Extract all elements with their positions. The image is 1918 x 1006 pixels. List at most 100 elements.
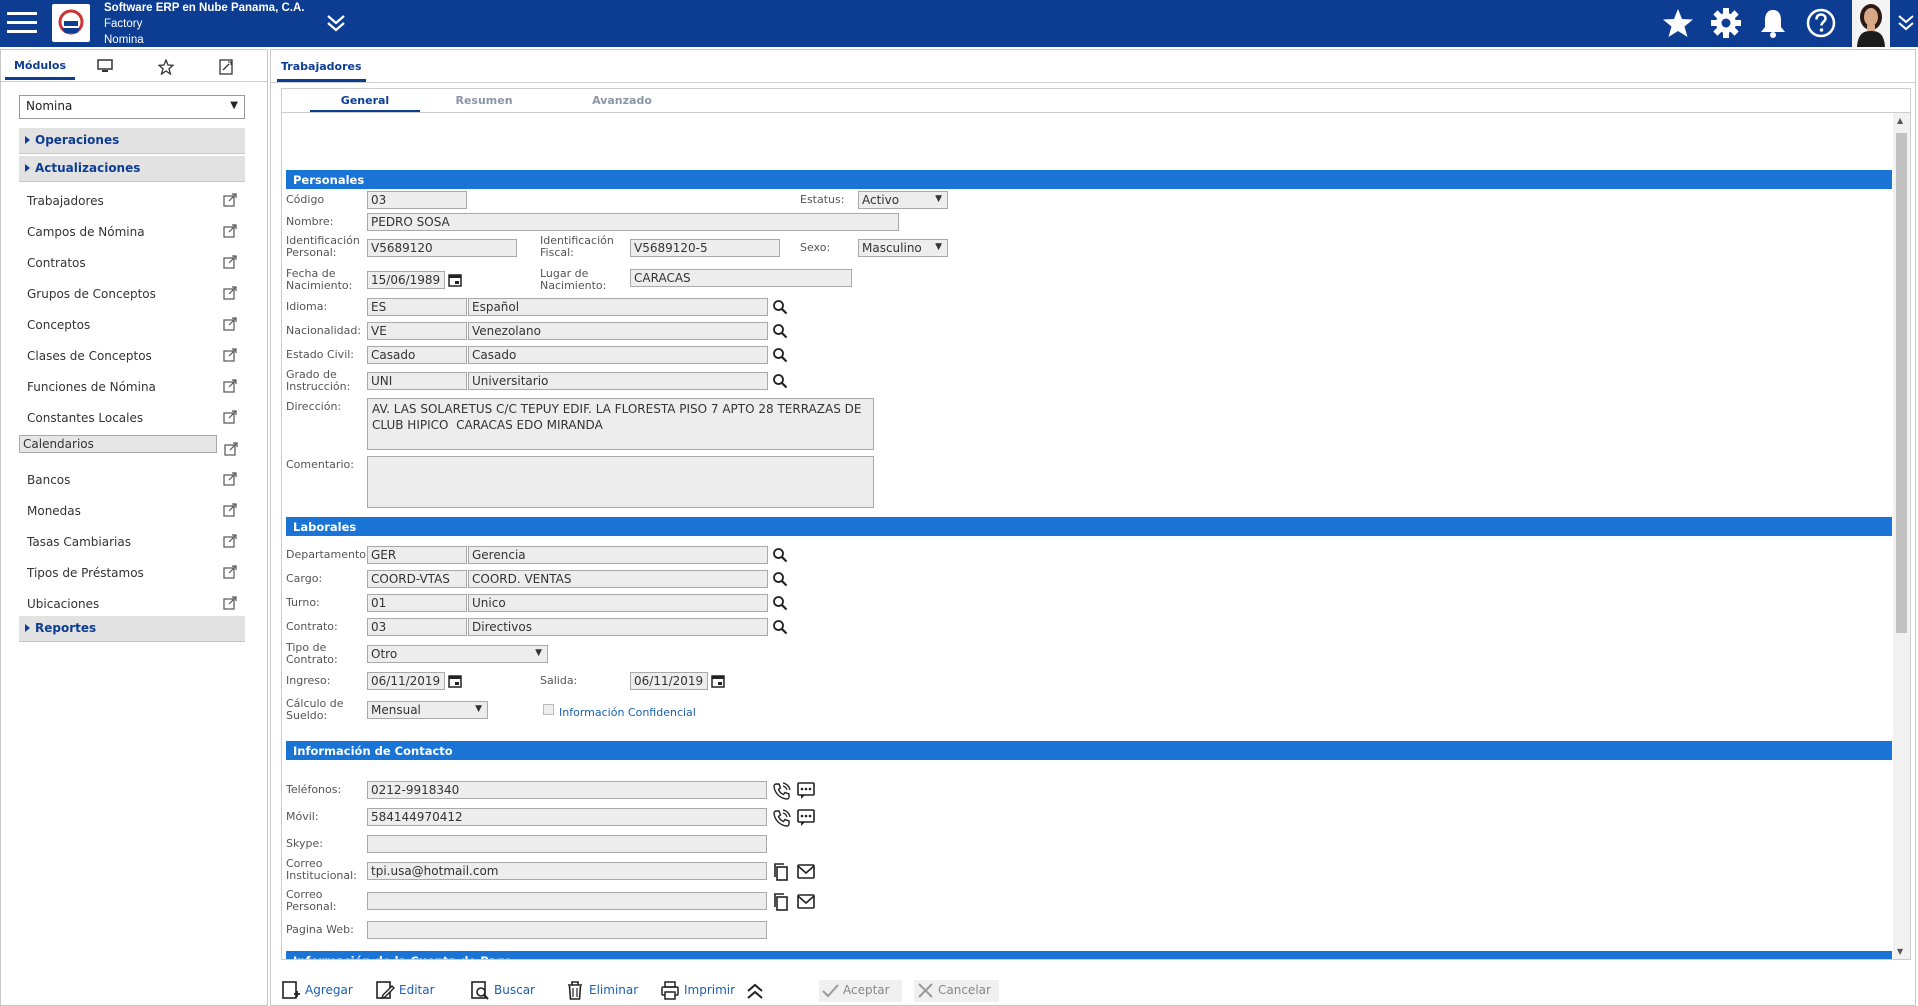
sidebar-item-calendarios[interactable]: Calendarios	[19, 435, 238, 456]
codigo-field[interactable]: 03	[367, 191, 467, 209]
scroll-down-arrow-icon[interactable]: ▼	[1897, 947, 1903, 956]
telefonos-field[interactable]: 0212-9918340	[367, 781, 767, 799]
calendar-icon[interactable]	[710, 673, 726, 689]
estado-civil-name-field[interactable]: Casado	[468, 346, 768, 364]
idioma-name-field[interactable]: Español	[468, 298, 768, 316]
cargo-code-field[interactable]: COORD-VTAS	[367, 570, 467, 588]
message-icon[interactable]	[796, 808, 816, 828]
web-field[interactable]	[367, 921, 767, 939]
nombre-field[interactable]: PEDRO SOSA	[367, 213, 899, 231]
external-link-icon[interactable]	[224, 442, 238, 456]
copy-icon[interactable]	[772, 862, 790, 882]
calendar-icon[interactable]	[447, 272, 463, 288]
search-icon[interactable]	[772, 619, 788, 635]
correo-pers-field[interactable]	[367, 892, 767, 910]
direccion-textarea[interactable]: AV. LAS SOLARETUS C/C TEPUY EDIF. LA FLO…	[367, 398, 874, 450]
external-link-icon[interactable]	[223, 224, 237, 238]
tab-modulos[interactable]: Módulos	[5, 54, 75, 80]
departamento-name-field[interactable]: Gerencia	[468, 546, 768, 564]
departamento-code-field[interactable]: GER	[367, 546, 467, 564]
module-select[interactable]: Nomina ▼	[19, 95, 245, 119]
chevron-double-down-icon[interactable]	[1896, 13, 1916, 33]
search-icon[interactable]	[772, 299, 788, 315]
help-icon[interactable]	[1805, 7, 1837, 39]
scroll-up-arrow-icon[interactable]: ▲	[1897, 116, 1903, 125]
external-link-icon[interactable]	[223, 193, 237, 207]
nacionalidad-name-field[interactable]: Venezolano	[468, 322, 768, 340]
search-icon[interactable]	[772, 373, 788, 389]
star-icon[interactable]	[1662, 7, 1694, 39]
buscar-button[interactable]: Buscar	[470, 980, 540, 1002]
bell-icon[interactable]	[1757, 7, 1789, 39]
tab-resumen[interactable]: Resumen	[434, 89, 534, 112]
aceptar-button[interactable]: Aceptar	[819, 980, 902, 1002]
sidebar-item-monedas[interactable]: Monedas	[19, 497, 245, 525]
correo-inst-field[interactable]: tpi.usa@hotmail.com	[367, 862, 767, 880]
comentario-textarea[interactable]	[367, 456, 874, 508]
form-scrollbar[interactable]: ▲ ▼	[1893, 113, 1910, 959]
chevron-double-down-icon[interactable]	[325, 13, 347, 33]
group-operaciones[interactable]: Operaciones	[19, 128, 245, 154]
external-link-icon[interactable]	[223, 255, 237, 269]
message-icon[interactable]	[796, 781, 816, 801]
grado-name-field[interactable]: Universitario	[468, 372, 768, 390]
scrollbar-thumb[interactable]	[1896, 133, 1907, 633]
tipo-contrato-select[interactable]: Otro ▼	[367, 645, 548, 663]
group-reportes[interactable]: Reportes	[19, 616, 245, 642]
sidebar-item-contratos[interactable]: Contratos	[19, 249, 245, 277]
external-link-icon[interactable]	[223, 348, 237, 362]
email-icon[interactable]	[796, 863, 816, 881]
search-icon[interactable]	[772, 595, 788, 611]
sidebar-item-trabajadores[interactable]: Trabajadores	[19, 187, 245, 215]
sidebar-item-campos-de-nomina[interactable]: Campos de Nómina	[19, 218, 245, 246]
sidebar-item-clases-de-conceptos[interactable]: Clases de Conceptos	[19, 342, 245, 370]
report-icon[interactable]	[219, 54, 247, 80]
search-icon[interactable]	[772, 547, 788, 563]
turno-code-field[interactable]: 01	[367, 594, 467, 612]
ingreso-field[interactable]: 06/11/2019	[367, 672, 445, 690]
id-fiscal-field[interactable]: V5689120-5	[630, 239, 780, 257]
sidebar-item-ubicaciones[interactable]: Ubicaciones	[19, 590, 245, 618]
phone-call-icon[interactable]	[772, 808, 792, 828]
grado-code-field[interactable]: UNI	[367, 372, 467, 390]
tab-general[interactable]: General	[310, 89, 420, 112]
movil-field[interactable]: 584144970412	[367, 808, 767, 826]
hamburger-menu-icon[interactable]	[5, 9, 39, 37]
sidebar-item-tipos-de-prestamos[interactable]: Tipos de Préstamos	[19, 559, 245, 587]
salida-field[interactable]: 06/11/2019	[630, 672, 708, 690]
sidebar-item-grupos-de-conceptos[interactable]: Grupos de Conceptos	[19, 280, 245, 308]
estado-civil-code-field[interactable]: Casado	[367, 346, 467, 364]
sidebar-item-funciones-de-nomina[interactable]: Funciones de Nómina	[19, 373, 245, 401]
external-link-icon[interactable]	[223, 472, 237, 486]
external-link-icon[interactable]	[223, 534, 237, 548]
info-confidencial-checkbox[interactable]	[543, 704, 554, 715]
group-actualizaciones[interactable]: Actualizaciones	[19, 156, 245, 182]
imprimir-button[interactable]: Imprimir	[660, 980, 740, 1002]
external-link-icon[interactable]	[223, 286, 237, 300]
tab-trabajadores[interactable]: Trabajadores	[277, 54, 366, 82]
copy-icon[interactable]	[772, 892, 790, 912]
cargo-name-field[interactable]: COORD. VENTAS	[468, 570, 768, 588]
id-personal-field[interactable]: V5689120	[367, 239, 517, 257]
sidebar-item-bancos[interactable]: Bancos	[19, 466, 245, 494]
estatus-select[interactable]: Activo ▼	[858, 191, 948, 209]
monitor-icon[interactable]	[97, 54, 125, 80]
search-icon[interactable]	[772, 323, 788, 339]
favorites-star-icon[interactable]	[158, 54, 186, 80]
lugar-nac-field[interactable]: CARACAS	[630, 269, 852, 287]
user-avatar[interactable]	[1852, 0, 1890, 47]
editar-button[interactable]: Editar	[375, 980, 440, 1002]
sidebar-item-tasas-cambiarias[interactable]: Tasas Cambiarias	[19, 528, 245, 556]
external-link-icon[interactable]	[223, 596, 237, 610]
nacionalidad-code-field[interactable]: VE	[367, 322, 467, 340]
contrato-name-field[interactable]: Directivos	[468, 618, 768, 636]
phone-call-icon[interactable]	[772, 781, 792, 801]
company-logo[interactable]	[52, 4, 90, 42]
search-icon[interactable]	[772, 571, 788, 587]
cancelar-button[interactable]: Cancelar	[914, 980, 999, 1002]
agregar-button[interactable]: Agregar	[281, 980, 356, 1002]
external-link-icon[interactable]	[223, 503, 237, 517]
external-link-icon[interactable]	[223, 410, 237, 424]
tab-avanzado[interactable]: Avanzado	[567, 89, 677, 112]
sexo-select[interactable]: Masculino ▼	[858, 239, 948, 257]
